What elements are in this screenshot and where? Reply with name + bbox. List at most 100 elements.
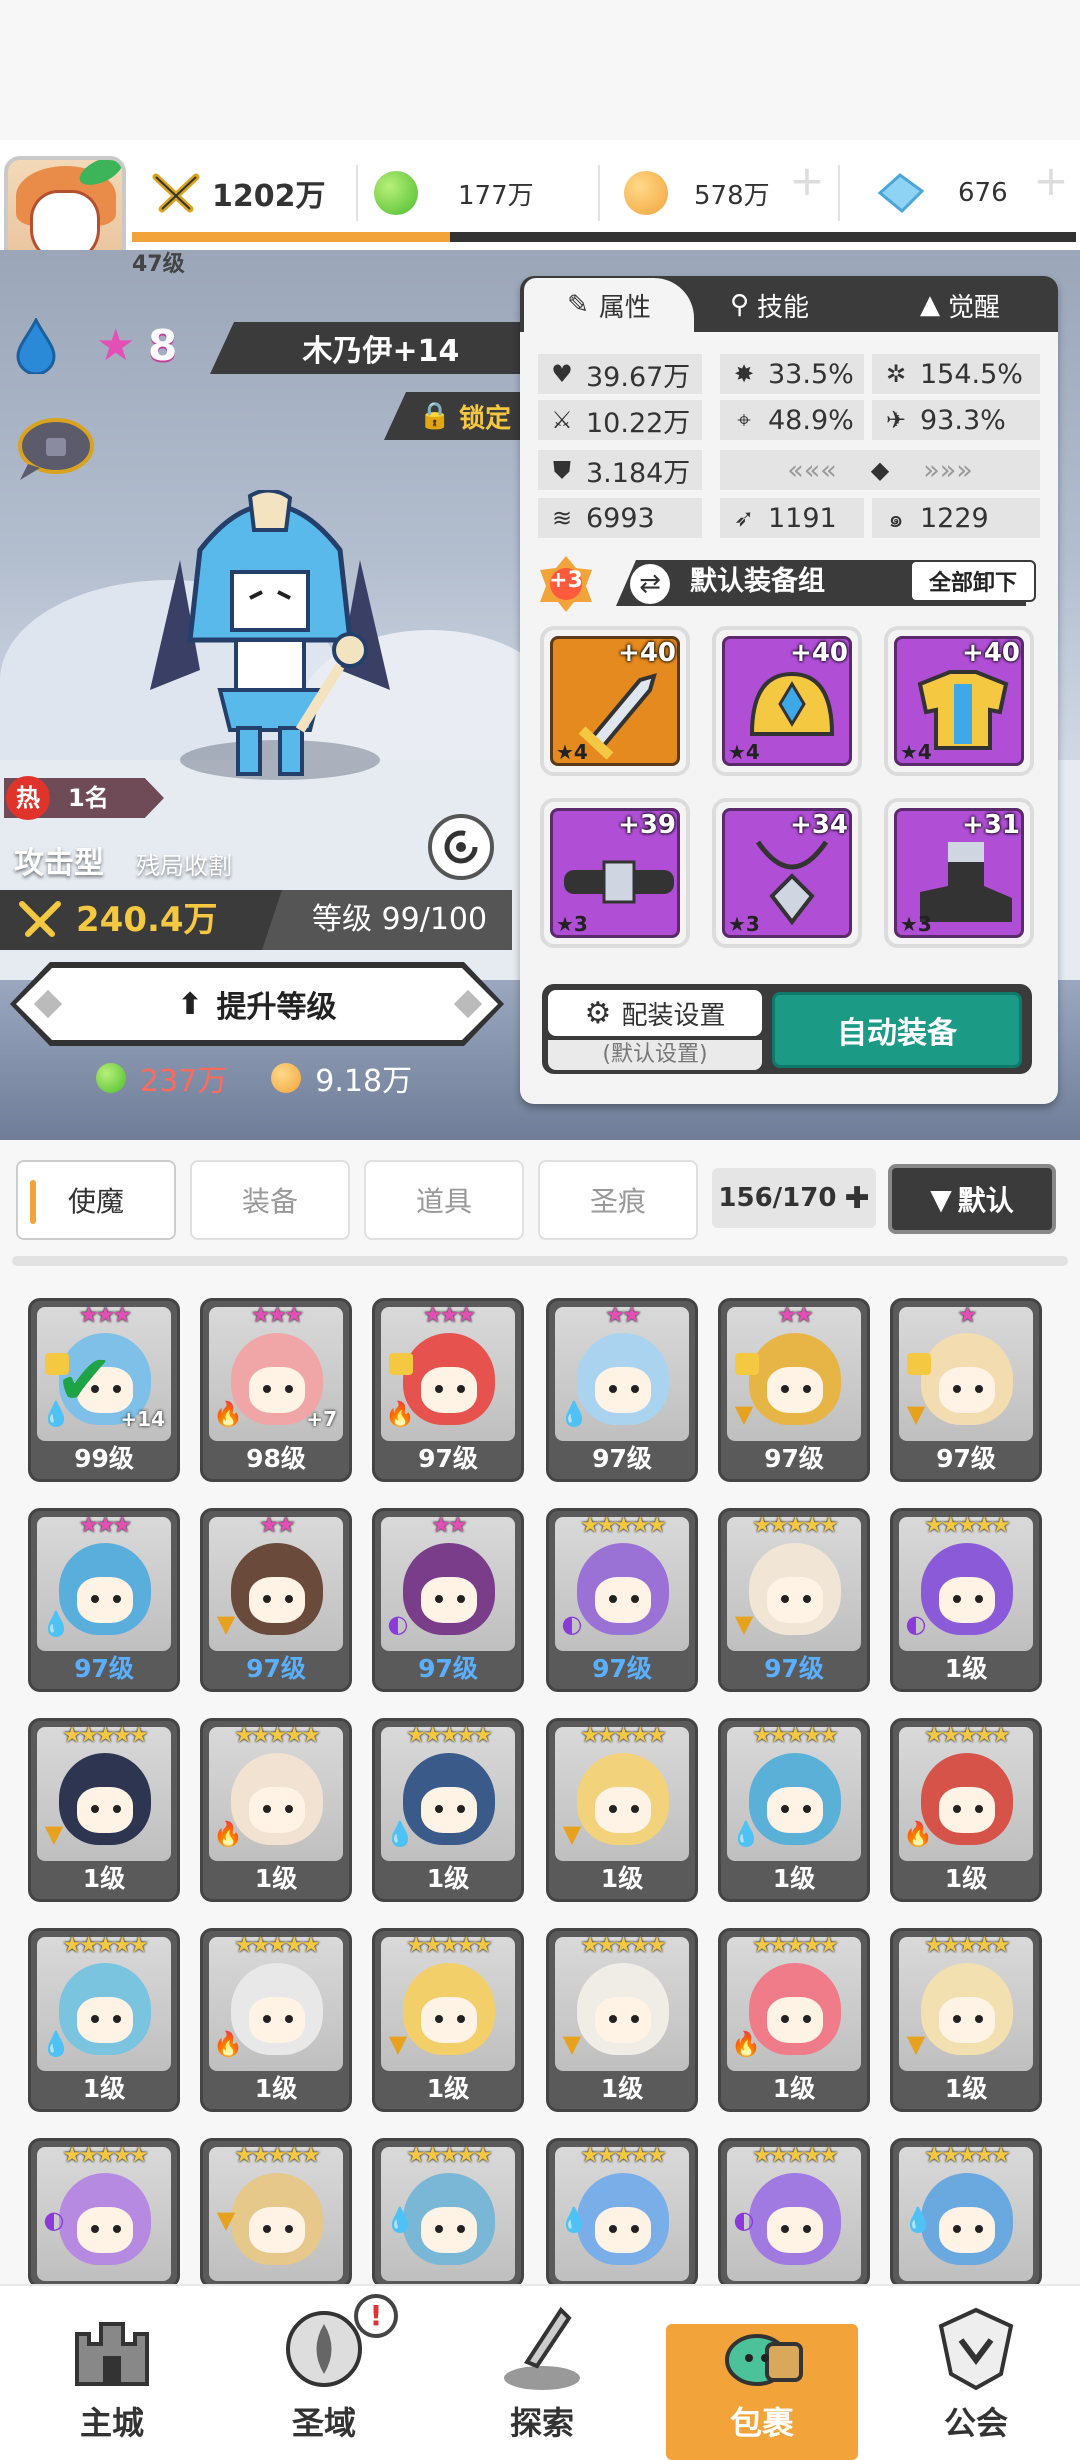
familiar-level: 1级 xyxy=(82,1864,126,1893)
familiar-card[interactable]: ★★★★★ 💧 1级 xyxy=(28,1928,180,2112)
familiar-level: 1级 xyxy=(254,1864,298,1893)
equip-slot-armor[interactable]: +40 ★4 xyxy=(884,626,1034,776)
familiar-stars: ★★★★★ xyxy=(234,1933,321,1958)
familiar-level: 1级 xyxy=(944,1654,988,1683)
familiar-card[interactable]: ★★★ 💧 ✔ +14 99级 xyxy=(28,1298,180,1482)
cost-green: 237万 xyxy=(140,1064,228,1099)
familiar-card[interactable]: ★★★★★ ◐ 97级 xyxy=(546,1508,698,1692)
nav-bag[interactable]: 包裹 xyxy=(672,2300,852,2450)
crossed-swords-icon xyxy=(19,901,61,937)
dark-element-icon: ◐ xyxy=(561,1610,583,1638)
familiar-stars: ★★ xyxy=(605,1303,641,1328)
familiar-card[interactable]: ★★★★★ 💧 xyxy=(890,2138,1042,2288)
familiar-stars: ★★★★★ xyxy=(580,1513,667,1538)
familiar-card[interactable]: ★★★★★ ▼ 1级 xyxy=(890,1928,1042,2112)
upgrade-label: 提升等级 xyxy=(216,990,337,1025)
familiar-card[interactable]: ★★★ 🔥 97级 xyxy=(372,1298,524,1482)
familiar-card[interactable]: ★★★★★ 💧 xyxy=(546,2138,698,2288)
familiar-level: 1级 xyxy=(600,2074,644,2103)
equip-slot-weapon[interactable]: +40 ★4 xyxy=(540,626,690,776)
familiar-level: 97级 xyxy=(592,1444,652,1473)
hero-level: 等级 99/100 xyxy=(312,902,488,937)
tab-equipment[interactable]: 装备 xyxy=(190,1160,350,1240)
nav-main-city[interactable]: 主城 xyxy=(22,2300,202,2450)
familiar-card[interactable]: ★★★★★ 🔥 1级 xyxy=(718,1928,870,2112)
familiar-stars: ★★★★★ xyxy=(406,2143,493,2168)
stat-accuracy: ⌖ 48.9% xyxy=(720,400,864,440)
nav-guild[interactable]: 公会 xyxy=(886,2300,1066,2450)
familiar-enhance-level: +14 xyxy=(120,1407,165,1431)
familiar-card[interactable]: ★★★★★ ▼ 1级 xyxy=(546,1928,698,2112)
hero-type: 攻击型 xyxy=(14,846,104,881)
add-gold-icon[interactable]: + xyxy=(786,160,828,202)
familiar-card[interactable]: ★★ ▼ 97级 xyxy=(718,1298,870,1482)
unload-all-button[interactable]: 全部卸下 xyxy=(910,560,1036,602)
familiar-level: 98级 xyxy=(246,1444,306,1473)
familiar-card[interactable]: ★★★★★ 💧 1级 xyxy=(718,1718,870,1902)
tab-attributes[interactable]: ✎ 属性 xyxy=(524,278,694,332)
tab-familiar[interactable]: 使魔 xyxy=(16,1160,176,1240)
equip-slot-boots[interactable]: +31 ★3 xyxy=(884,798,1034,948)
familiar-card[interactable]: ★★★★★ ◐ xyxy=(28,2138,180,2288)
familiar-card[interactable]: ★★ ◐ 97级 xyxy=(372,1508,524,1692)
familiar-card[interactable]: ★★★★★ 💧 xyxy=(372,2138,524,2288)
familiar-card[interactable]: ★★★★★ ▼ 97级 xyxy=(718,1508,870,1692)
fire-element-icon: 🔥 xyxy=(385,1400,415,1428)
familiar-card[interactable]: ★★★★★ ◐ xyxy=(718,2138,870,2288)
familiar-card[interactable]: ★★★★★ ▼ 1级 xyxy=(546,1718,698,1902)
sort-button[interactable]: ▼ 默认 xyxy=(888,1164,1056,1234)
water-element-icon: 💧 xyxy=(385,1820,415,1848)
familiar-card[interactable]: ★★★★★ 💧 1级 xyxy=(372,1718,524,1902)
familiar-level: 97级 xyxy=(74,1654,134,1683)
add-diamond-icon[interactable]: + xyxy=(1030,160,1072,202)
tab-label: 觉醒 xyxy=(948,292,1001,323)
familiar-card[interactable]: ★★★★★ 🔥 1级 xyxy=(200,1928,352,2112)
familiar-card[interactable]: ★★★★★ 🔥 1级 xyxy=(200,1718,352,1902)
auto-equip-button[interactable]: 自动装备 xyxy=(772,992,1022,1068)
tab-awaken[interactable]: ▲ 觉醒 xyxy=(920,278,1000,332)
familiar-stars: ★★★★★ xyxy=(924,1933,1011,1958)
upgrade-level-button[interactable]: ⬆ 提升等级 xyxy=(16,968,498,1040)
lock-button[interactable]: 🔒 锁定 xyxy=(384,392,532,440)
familiar-card[interactable]: ★★ ▼ 97级 xyxy=(200,1508,352,1692)
earth-element-icon: ▼ xyxy=(906,2030,926,2058)
inventory-count[interactable]: 156/170 ✚ xyxy=(712,1168,876,1228)
familiar-stars: ★★★ xyxy=(78,1303,132,1328)
familiar-level: 97级 xyxy=(936,1444,996,1473)
swap-icon[interactable]: ⇄ xyxy=(630,564,670,604)
familiar-level: 97级 xyxy=(764,1654,824,1683)
familiar-card[interactable]: ★ ▼ 97级 xyxy=(890,1298,1042,1482)
water-element-icon: 💧 xyxy=(41,2030,71,2058)
familiar-card[interactable]: ★★ 💧 97级 xyxy=(546,1298,698,1482)
familiar-card[interactable]: ★★★★★ 🔥 1级 xyxy=(890,1718,1042,1902)
chat-bubble-icon[interactable] xyxy=(12,412,100,484)
familiar-level: 97级 xyxy=(246,1654,306,1683)
bag-icon xyxy=(725,2334,803,2386)
tab-skills[interactable]: ⚲ 技能 xyxy=(730,278,809,332)
familiar-card[interactable]: ★★★★★ ▼ 1级 xyxy=(372,1928,524,2112)
familiar-stars: ★★★★★ xyxy=(752,1723,839,1748)
upgrade-cost: 237万 9.18万 xyxy=(96,1058,413,1099)
diamond-currency[interactable]: 676 xyxy=(876,160,1056,226)
warning-icon: ◆ xyxy=(870,456,890,484)
equipment-set-name[interactable]: 默认装备组 xyxy=(690,562,825,602)
equip-slot-helmet[interactable]: +40 ★4 xyxy=(712,626,862,776)
crossed-swords-icon xyxy=(152,173,200,213)
familiar-card[interactable]: ★★★★★ ▼ 1级 xyxy=(28,1718,180,1902)
green-currency[interactable]: 177万 xyxy=(374,160,594,226)
earth-element-icon: ▼ xyxy=(562,2030,582,2058)
equip-slot-necklace[interactable]: +34 ★3 xyxy=(712,798,862,948)
tab-stigmata[interactable]: 圣痕 xyxy=(538,1160,698,1240)
equip-slot-belt[interactable]: +39 ★3 xyxy=(540,798,690,948)
familiar-card[interactable]: ★★★ 🔥 +7 98级 xyxy=(200,1298,352,1482)
rotate-view-button[interactable] xyxy=(428,814,494,880)
cost-gold: 9.18万 xyxy=(315,1064,413,1099)
familiar-level: 97级 xyxy=(418,1654,478,1683)
tab-items[interactable]: 道具 xyxy=(364,1160,524,1240)
familiar-card[interactable]: ★★★ 💧 97级 xyxy=(28,1508,180,1692)
familiar-card[interactable]: ★★★★★ ◐ 1级 xyxy=(890,1508,1042,1692)
nav-explore[interactable]: 探索 xyxy=(452,2300,632,2450)
loadout-settings-button[interactable]: ⚙ 配装设置 xyxy=(548,990,762,1036)
familiar-level: 1级 xyxy=(944,2074,988,2103)
familiar-card[interactable]: ★★★★★ ▼ xyxy=(200,2138,352,2288)
